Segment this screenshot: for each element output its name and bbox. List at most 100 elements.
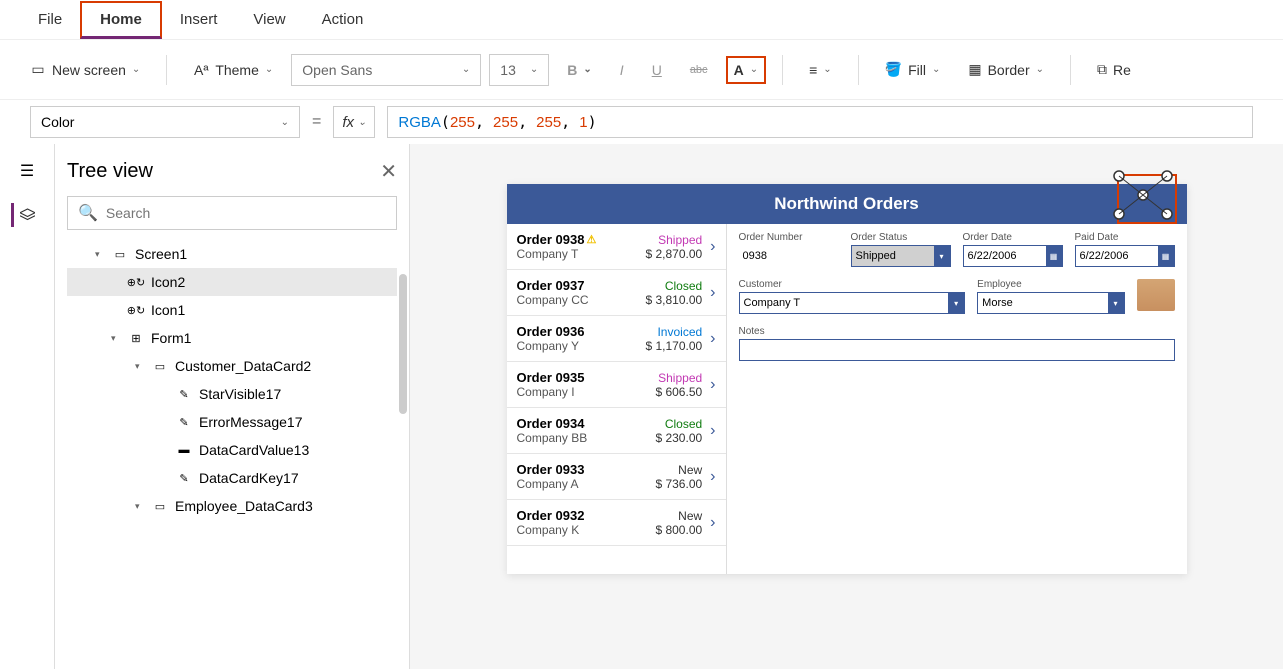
menu-insert[interactable]: Insert: [162, 3, 236, 36]
label-orderdate: Order Date: [963, 232, 1063, 243]
equals-sign: =: [312, 113, 321, 131]
theme-button[interactable]: Aª Theme ⌄: [183, 56, 283, 84]
tree-node-employee_datacard3[interactable]: ▾▭Employee_DataCard3: [67, 492, 397, 520]
menu-bar: File Home Insert View Action: [0, 0, 1283, 40]
order-amount: $ 2,870.00: [645, 247, 702, 261]
tree: ▾▭Screen1⊕↻Icon2⊕↻Icon1▾⊞Form1▾▭Customer…: [67, 240, 397, 520]
fill-button[interactable]: 🪣 Fill ⌄: [875, 55, 951, 84]
new-screen-button[interactable]: ▭ New screen ⌄: [20, 56, 150, 84]
scrollbar[interactable]: [399, 274, 407, 414]
order-item[interactable]: Order 0934Company BBClosed$ 230.00›: [507, 408, 726, 454]
tree-node-datacardkey17[interactable]: ✎DataCardKey17: [67, 464, 397, 492]
font-color-icon: A: [734, 62, 744, 78]
app-preview: Northwind Orders Order 0938⚠Company TShi…: [507, 184, 1187, 574]
new-screen-label: New screen: [52, 62, 126, 78]
employee-select[interactable]: Morse▾: [977, 292, 1124, 314]
order-num: Order 0932: [517, 508, 656, 523]
strike-button[interactable]: abc: [680, 58, 718, 82]
border-icon: ▦: [968, 61, 981, 78]
border-button[interactable]: ▦ Border ⌄: [958, 55, 1054, 84]
underline-button[interactable]: U: [642, 56, 672, 84]
font-color-button[interactable]: A⌄: [726, 56, 767, 84]
italic-button[interactable]: I: [610, 56, 634, 84]
orderdate-input[interactable]: 6/22/2006▦: [963, 245, 1063, 267]
caret-icon: ▾: [111, 333, 121, 344]
order-status: Shipped: [645, 233, 702, 247]
order-num: Order 0934: [517, 416, 656, 431]
order-list[interactable]: Order 0938⚠Company TShipped$ 2,870.00›Or…: [507, 224, 727, 574]
order-status: Shipped: [655, 371, 702, 385]
selection-handles[interactable]: [1117, 174, 1177, 224]
tree-node-icon1[interactable]: ⊕↻Icon1: [67, 296, 397, 324]
menu-home[interactable]: Home: [80, 1, 162, 39]
order-status: New: [655, 463, 702, 477]
tree-node-screen1[interactable]: ▾▭Screen1: [67, 240, 397, 268]
canvas[interactable]: Northwind Orders Order 0938⚠Company TShi…: [410, 144, 1283, 669]
notes-input[interactable]: [739, 339, 1175, 361]
customer-select[interactable]: Company T▾: [739, 292, 966, 314]
align-button[interactable]: ≡⌄: [799, 56, 842, 84]
order-item[interactable]: Order 0937Company CCClosed$ 3,810.00›: [507, 270, 726, 316]
fx-button[interactable]: fx⌄: [333, 106, 375, 138]
tree-search[interactable]: 🔍: [67, 196, 397, 230]
bold-button[interactable]: B⌄: [557, 56, 602, 84]
reorder-button[interactable]: ⧉ Re: [1087, 55, 1141, 84]
label-ordernum: Order Number: [739, 232, 839, 243]
chevron-down-icon: ⌄: [823, 64, 831, 75]
warning-icon: ⚠: [586, 233, 596, 246]
input-icon: ▬: [175, 443, 193, 457]
tree-node-errormessage17[interactable]: ✎ErrorMessage17: [67, 408, 397, 436]
tree-node-label: Customer_DataCard2: [175, 358, 311, 374]
chevron-down-icon: ⌄: [358, 117, 366, 128]
order-item[interactable]: Order 0936Company YInvoiced$ 1,170.00›: [507, 316, 726, 362]
status-select[interactable]: Shipped▾: [851, 245, 951, 267]
tree-node-label: DataCardValue13: [199, 442, 309, 458]
align-icon: ≡: [809, 62, 817, 78]
chevron-down-icon: ▾: [934, 245, 950, 267]
tree-node-customer_datacard2[interactable]: ▾ ▭ Customer_DataCard2: [67, 352, 397, 380]
order-status: Closed: [645, 279, 702, 293]
close-icon[interactable]: ✕: [380, 159, 397, 184]
fill-icon: 🪣: [885, 61, 902, 78]
formula-fn: RGBA: [398, 114, 441, 131]
layers-icon[interactable]: [11, 203, 35, 227]
order-amount: $ 800.00: [655, 523, 702, 537]
order-item[interactable]: Order 0932Company KNew$ 800.00›: [507, 500, 726, 546]
font-name-select[interactable]: Open Sans ⌄: [291, 54, 481, 86]
order-company: Company Y: [517, 339, 646, 353]
paiddate-input[interactable]: 6/22/2006▦: [1075, 245, 1175, 267]
chevron-down-icon: ⌄: [281, 117, 289, 128]
tree-node-label: DataCardKey17: [199, 470, 299, 486]
caret-icon: ▾: [135, 361, 145, 372]
tree-node-form1[interactable]: ▾⊞Form1: [67, 324, 397, 352]
tree-node-datacardvalue13[interactable]: ▬ DataCardValue13: [67, 436, 397, 464]
font-size-value: 13: [500, 62, 516, 78]
chevron-down-icon: ⌄: [530, 64, 538, 75]
chevron-down-icon: ⌄: [462, 64, 470, 75]
tree-node-label: Employee_DataCard3: [175, 498, 313, 514]
tree-node-label: StarVisible17: [199, 386, 281, 402]
formula-bar: Color ⌄ = fx⌄ RGBA(255, 255, 255, 1): [0, 100, 1283, 144]
order-item[interactable]: Order 0938⚠Company TShipped$ 2,870.00›: [507, 224, 726, 270]
chevron-right-icon: ›: [710, 330, 715, 348]
tree-node-starvisible17[interactable]: ✎StarVisible17: [67, 380, 397, 408]
hamburger-icon[interactable]: ☰: [15, 159, 39, 183]
property-select[interactable]: Color ⌄: [30, 106, 300, 138]
calendar-icon: ▦: [1158, 245, 1174, 267]
tree-node-icon2[interactable]: ⊕↻Icon2: [67, 268, 397, 296]
search-input[interactable]: [106, 205, 386, 221]
order-status: Closed: [655, 417, 702, 431]
iconctrl-icon: ⊕↻: [127, 275, 145, 289]
menu-file[interactable]: File: [20, 3, 80, 36]
chevron-down-icon: ⌄: [132, 64, 140, 75]
menu-action[interactable]: Action: [304, 3, 382, 36]
order-company: Company I: [517, 385, 656, 399]
order-item[interactable]: Order 0933Company ANew$ 736.00›: [507, 454, 726, 500]
order-item[interactable]: Order 0935Company IShipped$ 606.50›: [507, 362, 726, 408]
formula-input[interactable]: RGBA(255, 255, 255, 1): [387, 106, 1253, 138]
menu-view[interactable]: View: [235, 3, 303, 36]
order-amount: $ 230.00: [655, 431, 702, 445]
card-icon: ▭: [151, 359, 169, 373]
font-size-select[interactable]: 13 ⌄: [489, 54, 549, 86]
order-num: Order 0935: [517, 370, 656, 385]
